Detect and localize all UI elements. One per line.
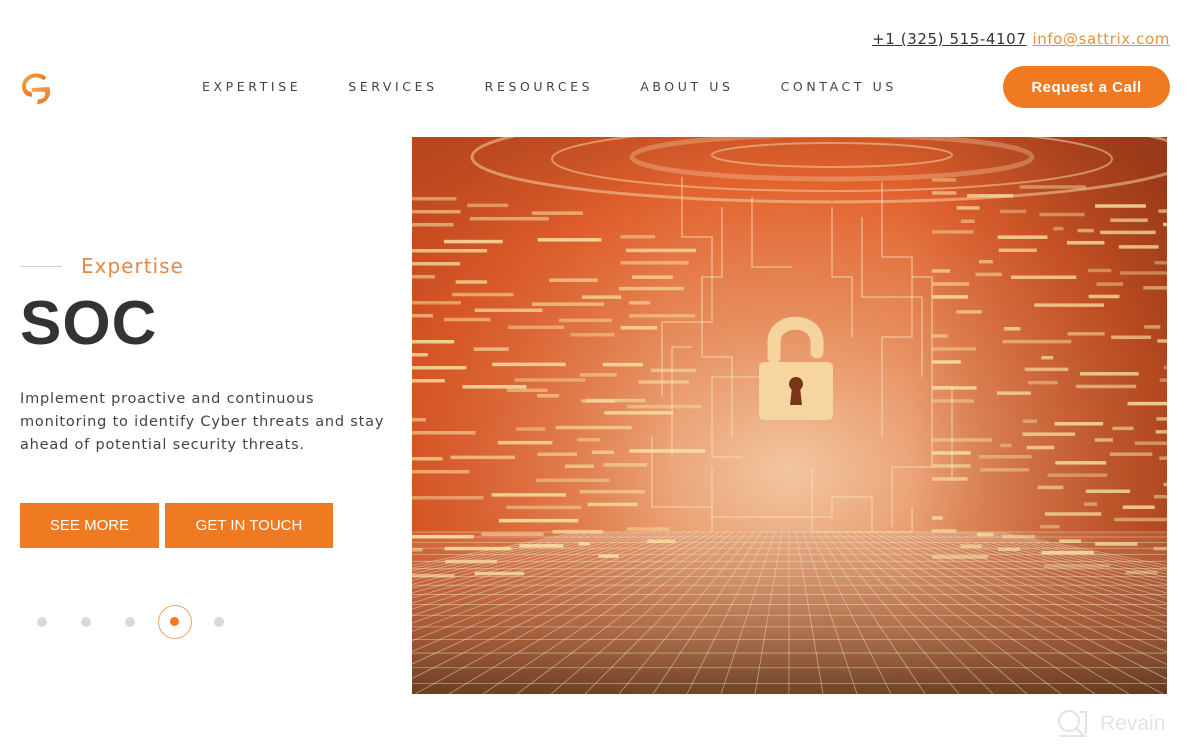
hero-description: Implement proactive and continuous monit…	[20, 391, 385, 453]
nav-resources[interactable]: RESOURCES	[485, 79, 594, 94]
nav-services[interactable]: SERVICES	[348, 79, 437, 94]
carousel-dot-1[interactable]	[37, 617, 47, 627]
carousel-dot-3[interactable]	[125, 617, 135, 627]
hero-title: SOC	[20, 289, 158, 358]
nav-about-us[interactable]: ABOUT US	[640, 79, 733, 94]
kicker-text: Expertise	[81, 254, 184, 278]
nav-contact-us[interactable]: CONTACT US	[781, 79, 897, 94]
email-link[interactable]: info@sattrix.com	[1032, 30, 1170, 48]
phone-link[interactable]: +1 (325) 515-4107	[872, 30, 1026, 48]
revain-watermark: Revain	[1056, 708, 1165, 740]
watermark-text: Revain	[1100, 712, 1166, 735]
carousel-dot-5[interactable]	[214, 617, 224, 627]
request-call-button[interactable]: Request a Call	[1003, 66, 1170, 108]
carousel-dot-4-active[interactable]	[158, 605, 192, 639]
hero-image	[412, 137, 1167, 694]
kicker-divider	[20, 265, 62, 267]
main-nav: EXPERTISE SERVICES RESOURCES ABOUT US CO…	[202, 79, 944, 94]
hero-kicker: Expertise	[20, 254, 184, 278]
carousel-pagination	[20, 604, 240, 640]
get-in-touch-button[interactable]: GET IN TOUCH	[165, 503, 333, 548]
nav-expertise[interactable]: EXPERTISE	[202, 79, 301, 94]
revain-logo-icon	[1058, 710, 1087, 737]
carousel-dot-2[interactable]	[81, 617, 91, 627]
see-more-button[interactable]: SEE MORE	[20, 503, 159, 548]
contact-bar: +1 (325) 515-4107 info@sattrix.com	[872, 30, 1170, 48]
sattrix-s-logo-icon[interactable]	[18, 68, 56, 108]
